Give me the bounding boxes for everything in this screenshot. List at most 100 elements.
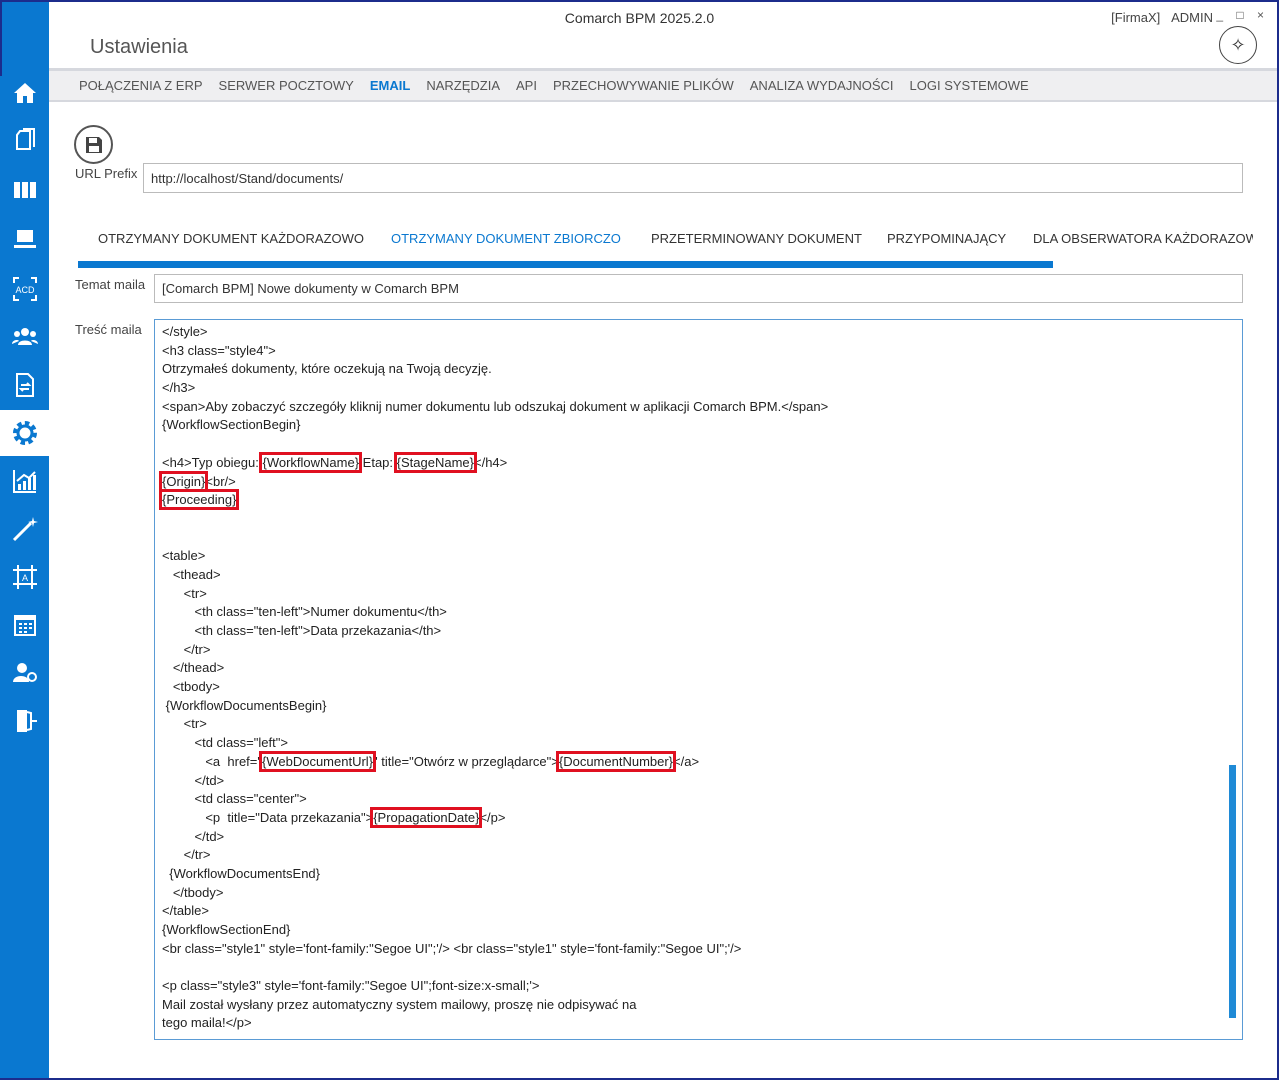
code-text: <a href=" [162,753,262,769]
body-line: {WorkflowDocumentsEnd} [162,865,1242,884]
body-line: <tr> [162,585,1242,604]
sidebar-item-wand[interactable] [0,506,49,552]
menu-item[interactable]: API [516,78,537,93]
library-icon [13,182,36,198]
body-line: </style> [162,323,1242,342]
code-text: </tr> [162,641,211,657]
code-text: </tr> [162,847,211,863]
code-text: <br class="style1" style='font-family:"S… [162,940,742,956]
code-text: </p> [479,809,506,825]
code-text: </h4> [473,454,508,470]
highlighted-placeholder: {DocumentNumber} [555,750,677,772]
sidebar-item-calendar[interactable] [0,602,49,648]
code-text: <td class="left"> [162,735,288,751]
menu-item[interactable]: POŁĄCZENIA Z ERP [79,78,203,93]
code-text: </table> [162,903,209,919]
code-text: <tr> [162,716,207,732]
body-line: <th class="ten-left">Data przekazania</t… [162,622,1242,641]
highlighted-placeholder: {Origin} [158,470,209,492]
body-line: tego maila!</p> [162,1014,1242,1033]
sidebar-item-document-cycle[interactable] [0,362,49,408]
code-text: <thead> [162,566,221,582]
body-scrollbar[interactable] [1229,765,1236,1018]
app-title: Comarch BPM 2025.2.0 [564,10,715,26]
code-text: Etap: [359,454,397,470]
save-button[interactable] [74,125,113,164]
url-prefix-label: URL Prefix [75,166,138,181]
user-name[interactable]: ADMIN [1171,10,1213,25]
sidebar-item-logout[interactable] [0,698,49,744]
code-text: </h3> [162,380,196,396]
settings-menu: POŁĄCZENIA Z ERP SERWER POCZTOWY EMAIL NARZ… [49,68,1279,102]
code-text: <tr> [162,585,207,601]
body-line: <h3 class="style4"> [162,342,1242,361]
code-text: {WorkflowDocumentsBegin} [162,697,327,713]
body-line: <table> [162,547,1242,566]
code-text: </tbody> [162,884,224,900]
code-text: <tbody> [162,679,220,695]
code-text: </a> [673,753,700,769]
sidebar-item-home[interactable] [0,70,49,116]
sidebar-item-library[interactable] [0,167,49,213]
body-line: </td> [162,772,1242,791]
body-line: Mail został wysłany przez automatyczny s… [162,996,1242,1015]
sidebar-item-workstation[interactable] [0,216,49,262]
tab[interactable]: PRZETERMINOWANY DOKUMENT [651,231,862,246]
code-text: Otrzymałeś dokumenty, które oczekują na … [162,361,492,377]
svg-text:A: A [21,573,27,583]
body-label: Treść maila [75,322,142,337]
menu-item[interactable]: EMAIL [370,78,410,93]
sidebar-item-analytics[interactable] [0,458,49,504]
sidebar-item-settings[interactable] [0,410,49,456]
workstation-icon [13,230,36,248]
menu-item[interactable]: SERWER POCZTOWY [219,78,354,93]
sidebar-item-user-settings[interactable] [0,650,49,696]
body-textarea[interactable]: </style> <h3 class="style4"> Otrzymałeś do… [154,319,1243,1040]
sidebar-item-acd[interactable]: ACD [0,266,49,312]
code-text: <td class="center"> [162,791,307,807]
ai-assistant-button[interactable]: ✧ [1219,26,1257,64]
code-text: <br/> [205,473,236,489]
code-text: <p title="Data przekazania"> [162,809,374,825]
code-text: <table> [162,548,206,564]
company-name: [FirmaX] [1111,10,1161,25]
body-line: <br class="style1" style='font-family:"S… [162,940,1242,959]
highlighted-placeholder: {PropagationDate} [370,806,483,828]
code-text: <h3 class="style4"> [162,342,276,358]
page-title: Ustawienia [90,36,188,58]
sidebar-item-designer[interactable]: A [0,554,49,600]
tab[interactable]: OTRZYMANY DOKUMENT KAŻDORAZOWO [98,231,364,246]
code-text: <th class="ten-left">Numer dokumentu</th… [162,604,447,620]
menu-item[interactable]: PRZECHOWYWANIE PLIKÓW [553,78,734,93]
user-info: [FirmaX] ADMIN [1111,10,1213,25]
code-text: {WorkflowDocumentsEnd} [162,865,320,881]
tab[interactable]: PRZYPOMINAJĄCY [887,231,1006,246]
menu-item[interactable]: LOGI SYSTEMOWE [910,78,1029,93]
floppy-disk-icon [85,136,102,153]
code-text: <span>Aby zobaczyć szczegóły kliknij num… [162,398,829,414]
menu-item[interactable]: NARZĘDZIA [426,78,500,93]
code-text: " title="Otwórz w przeglądarce"> [373,753,559,769]
body-line [162,435,1242,454]
tab[interactable]: DLA OBSERWATORA KAŻDORAZOWO [1033,231,1253,246]
subject-input[interactable]: [Comarch BPM] Nowe dokumenty w Comarch B… [154,274,1243,303]
body-line: {WorkflowSectionEnd} [162,921,1242,940]
body-line [162,958,1242,977]
sidebar-item-documents[interactable] [0,118,49,164]
menu-item[interactable]: ANALIZA WYDAJNOŚCI [750,78,894,93]
code-text: </thead> [162,660,225,676]
svg-text:ACD: ACD [15,285,35,295]
url-prefix-input[interactable]: http://localhost/Stand/documents/ [143,163,1243,193]
body-line: {WorkflowDocumentsBegin} [162,697,1242,716]
window-controls[interactable]: _ □ × [1216,8,1269,22]
body-line [162,529,1242,548]
body-line: </h3> [162,379,1242,398]
subject-label: Temat maila [75,277,146,292]
body-line: <tr> [162,715,1242,734]
tab[interactable]: OTRZYMANY DOKUMENT ZBIORCZO [391,231,621,246]
tab-scroll-indicator[interactable] [78,261,1053,268]
logout-icon [16,710,37,732]
sidebar: ACD A [0,0,49,1080]
highlighted-placeholder: {WebDocumentUrl} [258,750,377,772]
sidebar-item-users[interactable] [0,314,49,360]
